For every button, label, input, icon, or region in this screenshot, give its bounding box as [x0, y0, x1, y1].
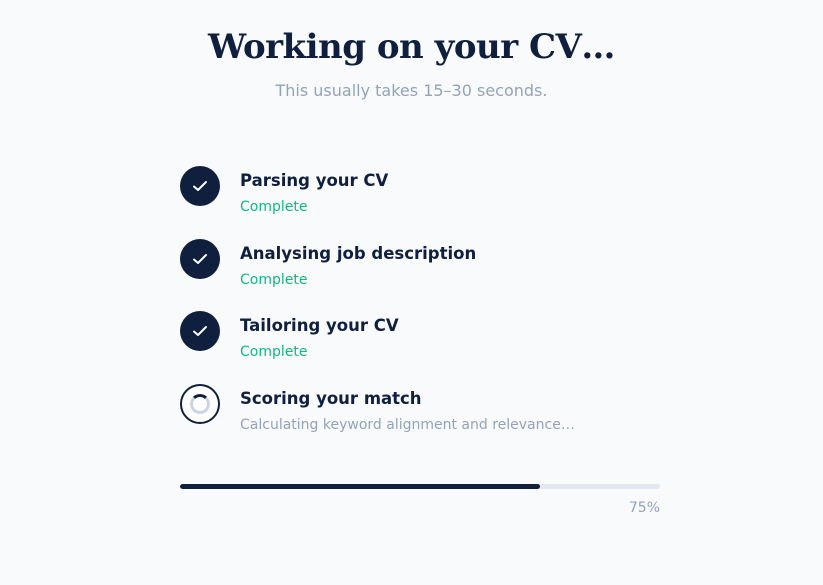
check-icon [180, 238, 220, 279]
step-status: Complete [240, 344, 308, 360]
step-analysing-job-description: Analysing job description Complete [180, 238, 660, 312]
step-status: Calculating keyword alignment and releva… [240, 416, 575, 433]
step-title: Scoring your match [240, 388, 422, 408]
step-title: Tailoring your CV [240, 316, 399, 335]
processing-screen: Working on your CV… This usually takes 1… [0, 0, 823, 585]
page-subtitle: This usually takes 15–30 seconds. [275, 81, 548, 100]
progress-percent: 75% [628, 500, 660, 516]
spinner-icon [180, 383, 220, 424]
progress-fill [180, 484, 540, 489]
page-title: Working on your CV… [208, 27, 615, 67]
step-status: Complete [240, 199, 308, 215]
step-scoring-match: Scoring your match Calculating keyword a… [180, 383, 660, 457]
check-icon [180, 166, 220, 206]
step-list: Parsing your CV Complete Analysing job d… [180, 166, 660, 456]
step-title: Analysing job description [240, 243, 477, 263]
step-tailoring-cv: Tailoring your CV Complete [180, 311, 660, 384]
step-status: Complete [240, 271, 308, 288]
check-icon [180, 311, 220, 351]
step-parsing-cv: Parsing your CV Complete [180, 166, 660, 239]
loading-spinner [190, 393, 210, 414]
step-title: Parsing your CV [240, 171, 389, 190]
progress-bar [180, 484, 660, 489]
